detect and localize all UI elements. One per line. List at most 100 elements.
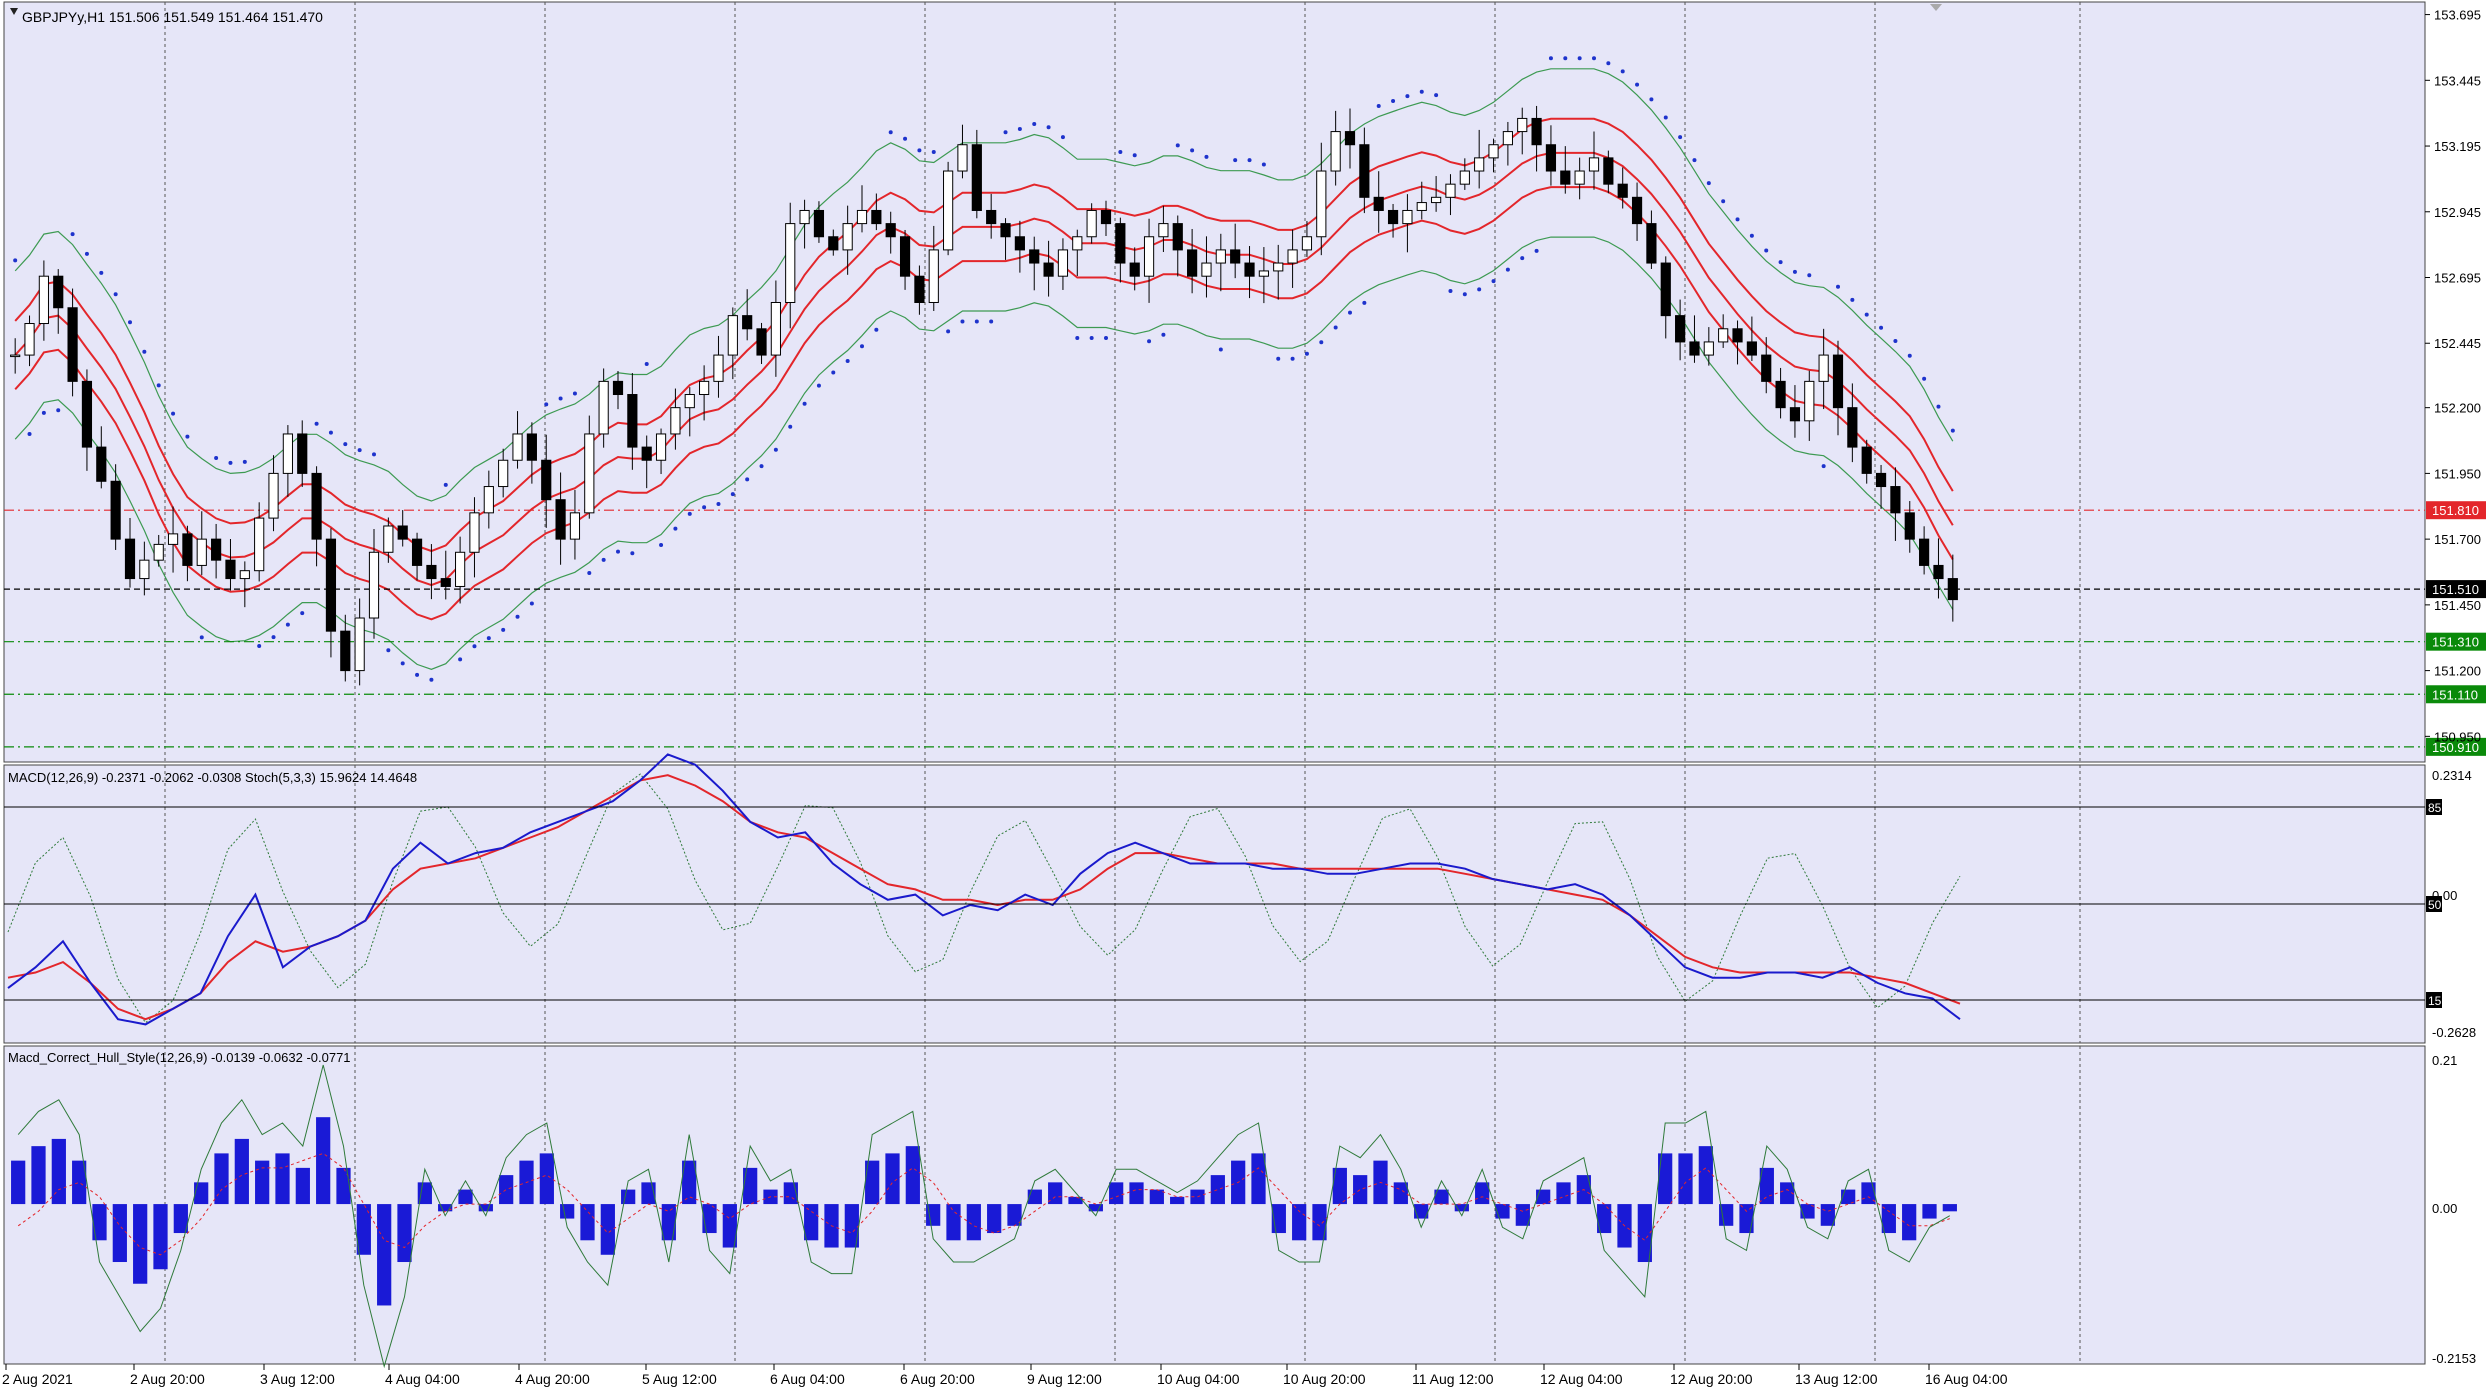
hist-bar: [885, 1153, 900, 1205]
candle-body: [1158, 223, 1169, 238]
stoch-level-label: 15: [2428, 994, 2442, 1008]
psar-dot: [1592, 56, 1596, 61]
level-tag-label: 151.310: [2432, 635, 2479, 650]
hist-bar: [1739, 1204, 1754, 1234]
candle-body: [1933, 564, 1944, 580]
candle-body: [713, 354, 724, 382]
psar-dot: [845, 358, 850, 363]
psar-dot: [773, 447, 778, 452]
candle-body: [1029, 249, 1040, 264]
psar-dot: [1505, 267, 1510, 272]
candle-body: [1172, 223, 1183, 251]
psar-dot: [558, 396, 563, 401]
candle-body: [856, 209, 868, 225]
hist-bar: [560, 1204, 575, 1219]
psar-dot: [1850, 297, 1855, 302]
candle-body: [541, 459, 552, 501]
candle-body: [254, 517, 265, 572]
candle-body: [1387, 209, 1399, 225]
candle-body: [124, 538, 136, 580]
candle-body: [512, 433, 523, 461]
hist-bar: [1149, 1189, 1164, 1205]
psar-dot: [1032, 122, 1037, 127]
hist-bar: [1393, 1182, 1408, 1205]
candle-body: [411, 538, 423, 566]
psar-dot: [1706, 181, 1711, 186]
hist-bar: [133, 1204, 148, 1284]
psar-dot: [13, 258, 18, 263]
candle-body: [1804, 380, 1815, 422]
psar-dot: [1261, 162, 1266, 167]
time-label: 2 Aug 2021: [2, 1371, 73, 1387]
candle-body: [1675, 315, 1686, 343]
psar-dot: [572, 391, 577, 396]
candle-body: [167, 533, 179, 545]
candle-body: [727, 315, 738, 356]
psar-dot: [802, 401, 807, 406]
candle-body: [354, 617, 365, 672]
candle-body: [1574, 170, 1585, 185]
candle-body: [1689, 341, 1700, 356]
time-label: 12 Aug 20:00: [1670, 1371, 1753, 1387]
hist-bar: [1353, 1175, 1368, 1205]
psar-dot: [816, 383, 821, 388]
chart-svg: 151.810151.510151.310151.110150.910 8550…: [0, 0, 2489, 1392]
psar-dot: [673, 526, 678, 531]
psar-dot: [458, 657, 463, 662]
hull-axis-label: 0.21: [2432, 1053, 2457, 1068]
hist-bar: [1820, 1204, 1835, 1226]
psar-dot: [1348, 310, 1352, 315]
stoch-level-label: 85: [2428, 801, 2442, 815]
hist-bar: [1027, 1189, 1042, 1205]
hist-bar: [1556, 1182, 1571, 1205]
psar-dot: [357, 448, 362, 453]
psar-dot: [730, 492, 735, 497]
psar-dot: [285, 622, 290, 627]
candle-body: [598, 380, 609, 435]
candle-body: [1761, 354, 1772, 382]
psar-dot: [616, 549, 620, 554]
axis-tick-label: 150.950: [2434, 729, 2481, 744]
hist-bar: [1129, 1182, 1144, 1205]
psar-dot: [1204, 154, 1209, 159]
candle-body: [268, 472, 279, 519]
hist-bar: [336, 1167, 351, 1205]
candle-body: [785, 223, 796, 303]
hull-axis-label: 0.00: [2432, 1201, 2457, 1216]
hist-bar: [356, 1204, 371, 1255]
psar-dot: [1333, 325, 1338, 330]
candle-body: [1459, 170, 1470, 185]
candle-body: [1115, 223, 1126, 264]
psar-dot: [1821, 464, 1826, 469]
axis-tick-label: 151.950: [2434, 466, 2481, 481]
candle-body: [684, 394, 695, 409]
candle-body: [239, 570, 250, 580]
psar-dot: [759, 464, 764, 469]
psar-dot: [56, 408, 61, 413]
psar-dot: [1764, 248, 1769, 253]
psar-dot: [1319, 340, 1324, 345]
hist-bar: [1495, 1204, 1510, 1219]
time-label: 2 Aug 20:00: [130, 1371, 205, 1387]
psar-dot: [386, 648, 391, 653]
candle-body: [182, 533, 193, 566]
candle-body: [1875, 472, 1887, 488]
hist-bar: [31, 1146, 46, 1205]
price-panel[interactable]: [3, 1, 2426, 763]
psar-dot: [1692, 158, 1697, 163]
axis-tick-label: 153.445: [2434, 73, 2481, 88]
psar-dot: [41, 410, 46, 415]
candle-body: [569, 512, 581, 540]
psar-dot: [1104, 335, 1108, 340]
time-label: 16 Aug 04:00: [1925, 1371, 2008, 1387]
time-label: 4 Aug 20:00: [515, 1371, 590, 1387]
candle-body: [211, 538, 222, 561]
psar-dot: [1118, 149, 1123, 154]
psar-dot: [1548, 56, 1553, 61]
time-label: 4 Aug 04:00: [385, 1371, 460, 1387]
candle-body: [1832, 354, 1844, 409]
candle-body: [670, 407, 681, 435]
psar-dot: [860, 344, 864, 349]
candle-body: [1057, 249, 1069, 277]
candle-body: [1416, 202, 1427, 211]
